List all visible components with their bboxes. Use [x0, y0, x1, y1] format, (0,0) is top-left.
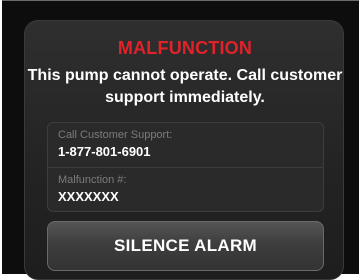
malfunction-info-row: Malfunction #: XXXXXXX — [48, 168, 323, 213]
support-label: Call Customer Support: — [58, 129, 173, 141]
alert-info-box: Call Customer Support: 1-877-801-6901 Ma… — [47, 122, 324, 212]
alert-title: MALFUNCTION — [117, 38, 253, 58]
malfunction-alert-dialog: MALFUNCTION This pump cannot operate. Ca… — [24, 20, 344, 280]
malfunction-code: XXXXXXX — [58, 189, 119, 204]
alert-message: This pump cannot operate. Call customer … — [27, 67, 343, 106]
screen-top-border — [2, 0, 359, 1]
device-screen: MALFUNCTION This pump cannot operate. Ca… — [2, 0, 359, 280]
malfunction-label: Malfunction #: — [58, 174, 127, 186]
support-phone-number: 1-877-801-6901 — [58, 144, 151, 159]
silence-alarm-button[interactable]: SILENCE ALARM — [47, 221, 324, 271]
support-info-row: Call Customer Support: 1-877-801-6901 — [48, 123, 323, 168]
